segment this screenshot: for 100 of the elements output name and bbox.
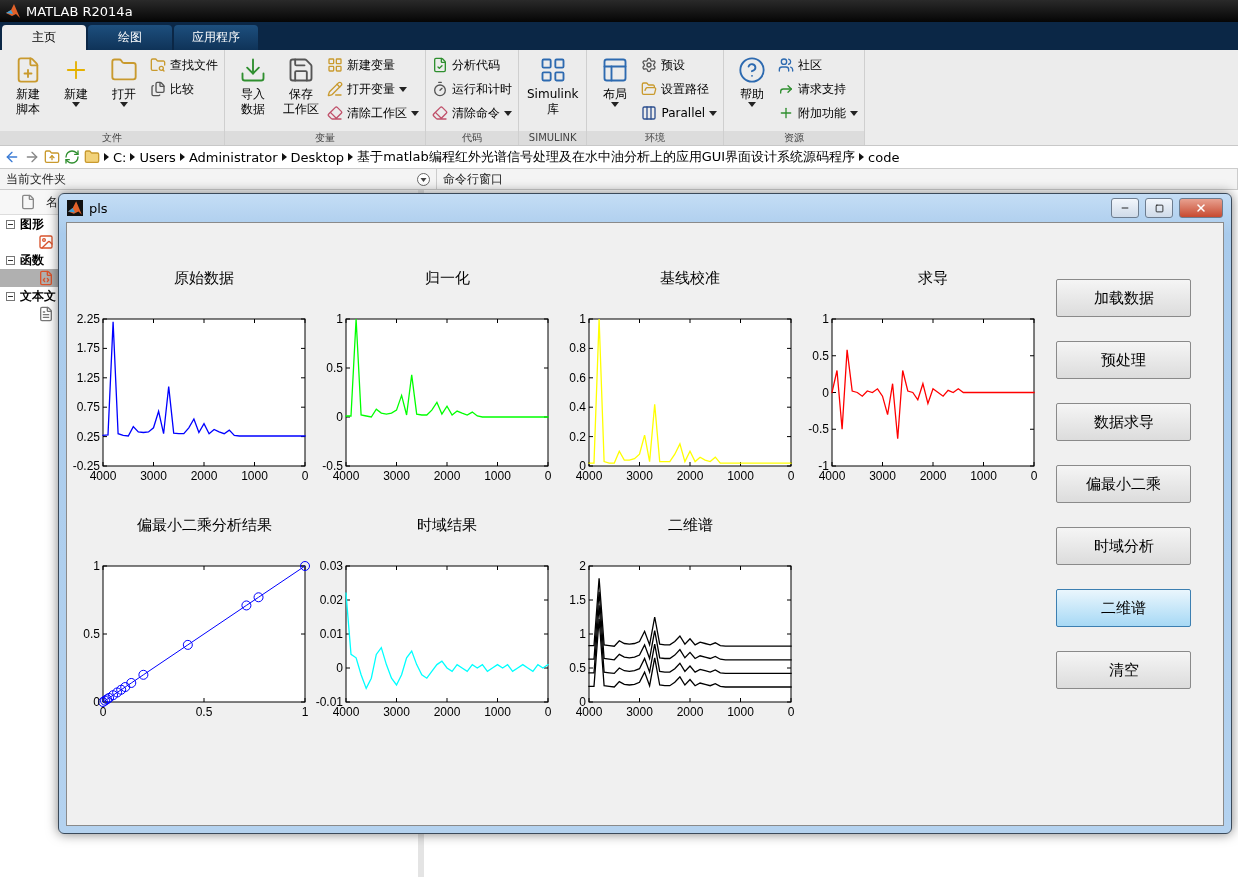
ribbon-tab[interactable]: 应用程序	[174, 25, 258, 50]
tick-label: 0.02	[319, 593, 343, 607]
toolstrip-button[interactable]: 运行和计时	[432, 79, 512, 99]
close-button[interactable]	[1179, 198, 1223, 218]
tick-label: 1	[336, 312, 343, 326]
toolstrip-button[interactable]: 新建 脚本	[6, 54, 50, 131]
toolstrip-button[interactable]: 打开	[102, 54, 146, 131]
path-segment[interactable]: Users	[139, 149, 176, 165]
tree-group-label[interactable]: 函数	[20, 251, 44, 269]
point	[300, 561, 310, 571]
toolstrip-button[interactable]: 打开变量	[327, 79, 419, 99]
tick-label: 0	[544, 705, 552, 719]
tick-label: 0.5	[195, 705, 213, 719]
file-icon	[20, 194, 36, 210]
tree-group-label[interactable]: 图形	[20, 215, 44, 233]
path-segment[interactable]: C:	[113, 149, 127, 165]
tick-label: 4000	[818, 469, 846, 483]
action-button[interactable]: 清空	[1056, 651, 1191, 689]
toolstrip-button[interactable]: 清除命令	[432, 103, 512, 123]
toolstrip-button[interactable]: 比较	[150, 79, 218, 99]
path-segment[interactable]: Administrator	[188, 149, 278, 165]
tick-label: 2000	[676, 705, 704, 719]
save-icon	[287, 56, 315, 84]
toolstrip-button[interactable]: 设置路径	[641, 79, 718, 99]
tick-label: 1000	[484, 705, 511, 719]
pencil-icon	[327, 81, 343, 97]
tick-label: 0.4	[569, 400, 586, 415]
toolstrip-button[interactable]: 附加功能	[778, 103, 859, 123]
point	[112, 687, 123, 698]
point	[126, 677, 137, 688]
path-segment[interactable]: code	[868, 149, 900, 165]
collapse-icon[interactable]	[6, 255, 15, 265]
toolstrip-button[interactable]: 预设	[641, 55, 718, 75]
collapse-icon[interactable]	[6, 219, 15, 229]
timer-icon	[432, 81, 448, 97]
tick-label: 1	[93, 559, 100, 573]
tick-label: 3000	[626, 469, 653, 483]
folder-up-icon[interactable]	[44, 149, 60, 165]
point	[108, 690, 119, 701]
chart-title: 偏最小二乘分析结果	[135, 516, 273, 536]
toolstrip-button[interactable]: 保存 工作区	[279, 54, 323, 131]
users-icon	[778, 57, 795, 73]
function-file-icon	[38, 270, 54, 286]
group-label: 代码	[426, 131, 518, 145]
action-button[interactable]: 偏最小二乘	[1056, 465, 1191, 503]
toolstrip-button[interactable]: 帮助	[730, 54, 775, 131]
collapse-icon[interactable]	[6, 291, 15, 301]
toolstrip-button[interactable]: Parallel	[641, 103, 718, 123]
dropdown-icon[interactable]	[417, 172, 430, 186]
folder-icon	[641, 81, 658, 97]
action-button[interactable]: 预处理	[1056, 341, 1191, 379]
path-segment[interactable]: 基于matlab编程红外光谱信号处理及在水中油分析上的应用GUI界面设计系统源码程序	[357, 148, 856, 166]
toolstrip-button[interactable]: 社区	[778, 55, 859, 75]
tick-label: 1.5	[569, 593, 586, 607]
chart-title: 基线校准	[659, 269, 721, 289]
toolstrip-button[interactable]: 导入 数据	[231, 54, 275, 131]
toolstrip-button[interactable]: 清除工作区	[327, 103, 419, 123]
toolstrip-button[interactable]: 布局	[593, 54, 638, 131]
group-label: 变量	[225, 131, 425, 145]
group-label: 资源	[724, 131, 865, 145]
forward-icon[interactable]	[24, 149, 40, 165]
toolstrip-button[interactable]: 查找文件	[150, 55, 218, 75]
ribbon-tab[interactable]: 主页	[2, 25, 86, 50]
tick-label: 3000	[869, 469, 896, 483]
point	[138, 669, 149, 680]
maximize-button[interactable]	[1145, 198, 1173, 218]
action-button[interactable]: 二维谱	[1056, 589, 1191, 627]
app-logo-icon	[6, 4, 20, 18]
action-button[interactable]: 加载数据	[1056, 279, 1191, 317]
group-label: SIMULINK	[519, 131, 587, 145]
action-button[interactable]: 时域分析	[1056, 527, 1191, 565]
tick-label: 3000	[140, 469, 167, 483]
window-title: pls	[89, 200, 109, 216]
tick-label: -0.5	[808, 422, 829, 437]
action-button[interactable]: 数据求导	[1056, 403, 1191, 441]
toolstrip-button[interactable]: 新建	[54, 54, 98, 131]
tick-label: 1	[579, 312, 586, 326]
tick-label: 0	[301, 469, 309, 483]
tick-label: 0	[93, 695, 100, 709]
point	[116, 684, 127, 695]
tick-label: 1	[301, 705, 309, 719]
path-separator-icon	[130, 153, 136, 161]
back-icon[interactable]	[4, 149, 20, 165]
toolstrip-button[interactable]: Simulink 库	[525, 54, 581, 131]
app-logo-icon	[67, 200, 83, 216]
column-header[interactable]: 名	[46, 193, 58, 211]
tick-label: 0.03	[319, 559, 343, 573]
point	[253, 592, 264, 603]
tick-label: 0.5	[812, 348, 829, 363]
toolstrip-button[interactable]: 新建变量	[327, 55, 419, 75]
toolstrip-button[interactable]: 请求支持	[778, 79, 859, 99]
tick-label: 3000	[383, 705, 410, 719]
tree-group-label[interactable]: 文本文	[20, 287, 56, 305]
ribbon-tab[interactable]: 绘图	[88, 25, 172, 50]
settings-icon	[641, 57, 658, 73]
toolstrip-button[interactable]: 分析代码	[432, 55, 512, 75]
minimize-button[interactable]	[1111, 198, 1139, 218]
window-title: MATLAB R2014a	[26, 3, 133, 19]
path-segment[interactable]: Desktop	[290, 149, 345, 165]
path-separator-icon	[104, 153, 109, 161]
